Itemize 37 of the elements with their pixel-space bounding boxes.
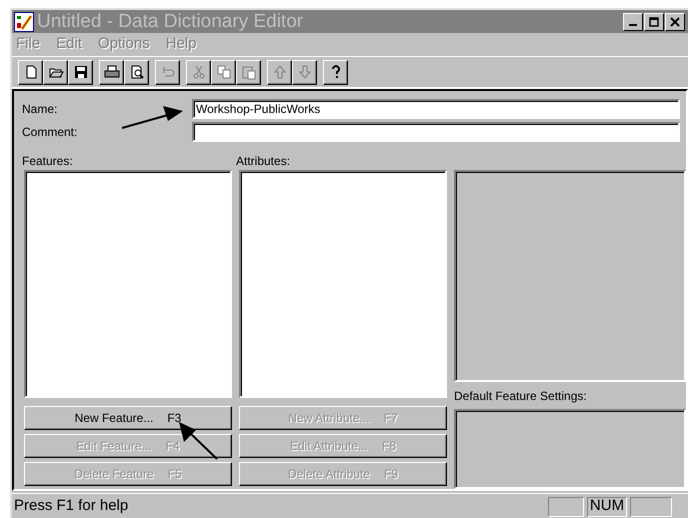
magnifier-page-icon: [128, 64, 144, 80]
minimize-icon: [629, 24, 637, 26]
name-field[interactable]: Workshop-PublicWorks: [192, 98, 680, 119]
panel-label: Default Feature Settings:: [454, 388, 588, 405]
list-label: Attributes:: [236, 153, 290, 170]
floppy-disk-button[interactable]: [68, 60, 93, 84]
annotation-arrow: [122, 106, 183, 129]
annotation-arrow: [179, 422, 218, 460]
comment-field[interactable]: [192, 122, 680, 142]
status-indicator: NUM: [587, 496, 627, 516]
close-icon: [670, 16, 680, 26]
up-arrow-icon: [272, 64, 288, 80]
app-icon: [14, 12, 34, 32]
list-label: Features:: [22, 153, 74, 170]
copy-icon: [216, 64, 232, 80]
scissors-icon: [190, 64, 206, 80]
page-button[interactable]: [18, 60, 43, 84]
magnifier-page-button[interactable]: [124, 60, 149, 84]
field-label: Name:: [22, 100, 58, 118]
maximize-icon: [649, 16, 659, 26]
minimize-button[interactable]: [623, 12, 643, 30]
close-button[interactable]: [665, 12, 685, 30]
down-arrow-icon: [296, 64, 312, 80]
maximize-button[interactable]: [644, 12, 664, 30]
printer-icon: [104, 64, 120, 80]
status-pane: [548, 496, 584, 516]
features-list[interactable]: [24, 170, 232, 398]
action-button[interactable]: New Feature... F3: [24, 406, 232, 430]
status-text: Press F1 for help: [14, 496, 130, 516]
help-button[interactable]: [323, 60, 348, 84]
attributes-list[interactable]: [239, 170, 447, 398]
folder-button[interactable]: [43, 60, 68, 84]
status-pane: [630, 496, 672, 516]
window-title: Untitled - Data Dictionary Editor: [37, 12, 304, 31]
printer-button[interactable]: [99, 60, 124, 84]
clipboard-icon: [240, 64, 256, 80]
field-label: Comment:: [22, 124, 78, 142]
